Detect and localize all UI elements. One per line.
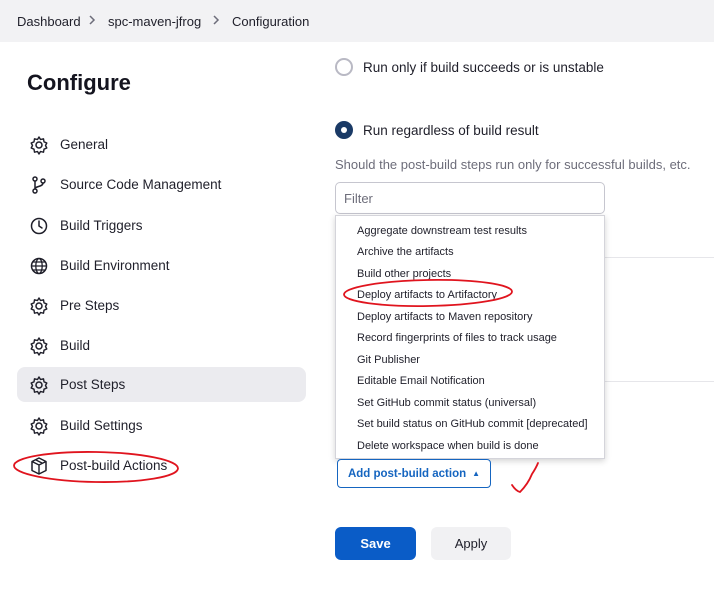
caret-up-icon: ▲ bbox=[472, 469, 481, 478]
helper-text: Should the post-build steps run only for… bbox=[335, 157, 691, 172]
save-button[interactable]: Save bbox=[335, 527, 416, 560]
sidebar-item-post-build-actions[interactable]: Post-build Actions bbox=[17, 448, 306, 483]
sidebar-item-label: Build Environment bbox=[60, 258, 170, 273]
sidebar-item-general[interactable]: General bbox=[17, 127, 306, 162]
menu-item-delete-workspace[interactable]: Delete workspace when build is done bbox=[357, 440, 539, 452]
sidebar-item-build-triggers[interactable]: Build Triggers bbox=[17, 208, 306, 243]
menu-item-editable-email[interactable]: Editable Email Notification bbox=[357, 375, 485, 387]
radio-button-checked[interactable] bbox=[335, 121, 353, 139]
radio-run-regardless[interactable]: Run regardless of build result bbox=[335, 121, 539, 139]
radio-label: Run regardless of build result bbox=[363, 122, 539, 138]
breadcrumb: Dashboard spc-maven-jfrog Configuration bbox=[0, 0, 714, 42]
menu-item-aggregate-test-results[interactable]: Aggregate downstream test results bbox=[357, 225, 527, 237]
post-build-action-menu: Aggregate downstream test results Archiv… bbox=[335, 215, 605, 459]
menu-item-github-commit-status[interactable]: Set GitHub commit status (universal) bbox=[357, 397, 536, 409]
sidebar-item-label: Post Steps bbox=[60, 377, 126, 392]
divider bbox=[605, 257, 714, 258]
filter-input[interactable] bbox=[335, 182, 605, 214]
radio-run-if-success[interactable]: Run only if build succeeds or is unstabl… bbox=[335, 58, 604, 76]
radio-button[interactable] bbox=[335, 58, 353, 76]
add-post-build-action-label: Add post-build action bbox=[347, 467, 467, 480]
radio-label: Run only if build succeeds or is unstabl… bbox=[363, 59, 604, 75]
globe-icon bbox=[30, 257, 48, 275]
sidebar-item-build-settings[interactable]: Build Settings bbox=[17, 408, 306, 443]
add-post-build-action-button[interactable]: Add post-build action ▲ bbox=[337, 459, 491, 488]
gear-icon bbox=[30, 417, 48, 436]
menu-item-record-fingerprints[interactable]: Record fingerprints of files to track us… bbox=[357, 332, 557, 344]
sidebar-item-build-environment[interactable]: Build Environment bbox=[17, 248, 306, 283]
sidebar-item-post-steps[interactable]: Post Steps bbox=[17, 367, 306, 402]
gear-icon bbox=[30, 297, 48, 316]
package-icon bbox=[31, 457, 47, 475]
divider bbox=[605, 381, 714, 382]
clock-icon bbox=[30, 217, 48, 235]
menu-item-deploy-maven-repository[interactable]: Deploy artifacts to Maven repository bbox=[357, 311, 532, 323]
menu-item-git-publisher[interactable]: Git Publisher bbox=[357, 354, 420, 366]
chevron-right-icon bbox=[89, 15, 96, 25]
breadcrumb-project[interactable]: spc-maven-jfrog bbox=[108, 14, 201, 29]
sidebar-item-label: Source Code Management bbox=[60, 177, 222, 192]
menu-item-build-other-projects[interactable]: Build other projects bbox=[357, 268, 451, 280]
sidebar-item-pre-steps[interactable]: Pre Steps bbox=[17, 288, 306, 323]
menu-item-deploy-artifactory[interactable]: Deploy artifacts to Artifactory bbox=[357, 289, 497, 301]
sidebar-item-label: Post-build Actions bbox=[60, 458, 168, 473]
sidebar-item-source-code-management[interactable]: Source Code Management bbox=[17, 167, 306, 202]
annotation-checkmark bbox=[511, 462, 539, 493]
sidebar-item-label: Pre Steps bbox=[60, 298, 120, 313]
gear-icon bbox=[30, 337, 48, 356]
breadcrumb-configuration[interactable]: Configuration bbox=[232, 14, 309, 29]
gear-icon bbox=[30, 376, 48, 395]
gear-icon bbox=[30, 136, 48, 155]
sidebar-item-label: Build bbox=[60, 338, 91, 353]
sidebar-item-label: General bbox=[60, 137, 109, 152]
menu-item-archive-artifacts[interactable]: Archive the artifacts bbox=[357, 246, 454, 258]
branch-icon bbox=[32, 176, 46, 194]
apply-button[interactable]: Apply bbox=[431, 527, 511, 560]
sidebar-item-label: Build Settings bbox=[60, 418, 143, 433]
chevron-right-icon bbox=[213, 15, 220, 25]
menu-item-github-build-status[interactable]: Set build status on GitHub commit [depre… bbox=[357, 418, 588, 430]
sidebar-item-build[interactable]: Build bbox=[17, 328, 306, 363]
page-title: Configure bbox=[27, 70, 131, 95]
breadcrumb-dashboard[interactable]: Dashboard bbox=[17, 14, 81, 29]
sidebar-item-label: Build Triggers bbox=[60, 218, 143, 233]
